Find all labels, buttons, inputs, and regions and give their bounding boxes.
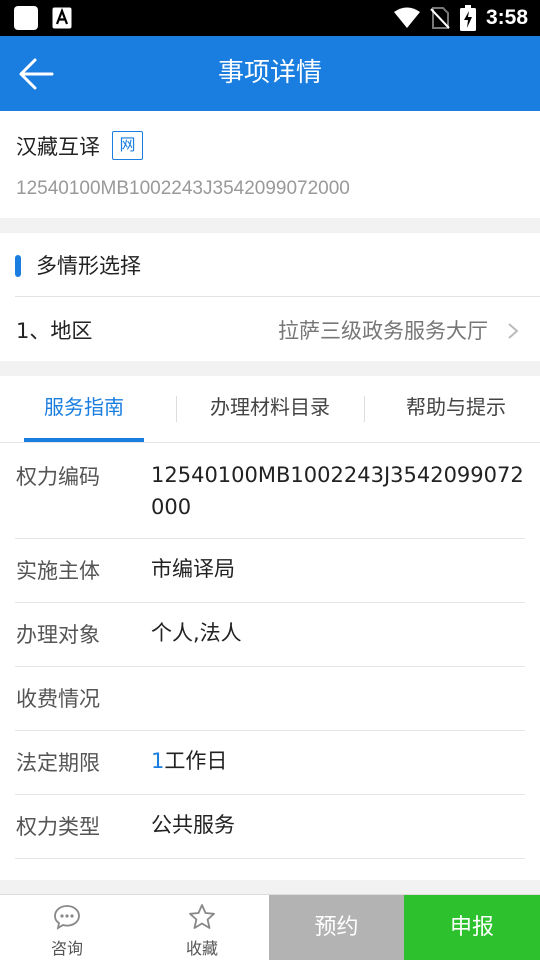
item-name: 汉藏互译	[16, 135, 100, 159]
appointment-button[interactable]: 预约	[269, 895, 404, 960]
active-tab-indicator	[24, 438, 144, 442]
detail-value: 个人,法人	[151, 621, 242, 645]
time-limit-unit: 工作日	[164, 749, 228, 773]
detail-row: 法定期限 1工作日	[15, 731, 525, 795]
favorite-label: 收藏	[185, 939, 218, 958]
chevron-right-icon	[508, 323, 519, 339]
tab-separator	[364, 396, 365, 422]
favorite-button[interactable]: 收藏	[135, 895, 269, 960]
section-accent-bar	[15, 255, 21, 277]
detail-value: 市编译局	[151, 557, 235, 581]
tab-help[interactable]: 帮助与提示	[386, 376, 526, 442]
detail-label: 实施主体	[16, 559, 100, 583]
item-code: 12540100MB1002243J3542099072000	[16, 178, 350, 199]
detail-label: 收费情况	[16, 687, 100, 711]
consult-label: 咨询	[50, 939, 83, 958]
tab-separator	[176, 396, 177, 422]
consult-button[interactable]: 咨询	[0, 895, 134, 960]
detail-label: 权力编码	[16, 465, 100, 489]
no-sim-icon	[430, 7, 450, 29]
time-limit-number: 1	[151, 749, 165, 773]
status-time: 3:58	[485, 6, 528, 29]
battery-charging-icon	[459, 5, 476, 31]
app-bar: 事项详情	[0, 36, 540, 111]
detail-value: 12540100MB1002243J3542099072000	[151, 463, 524, 519]
service-guide-details: 权力编码 12540100MB1002243J3542099072000 实施主…	[0, 443, 540, 880]
detail-row: 实施主体 市编译局	[15, 539, 525, 603]
situation-heading: 多情形选择	[36, 254, 141, 278]
situation-section: 多情形选择 1、地区 拉萨三级政务服务大厅	[0, 233, 540, 361]
item-header: 汉藏互译 网 12540100MB1002243J3542099072000	[0, 111, 540, 218]
notification-square-icon	[14, 6, 38, 30]
tab-bar: 服务指南 办理材料目录 帮助与提示	[0, 376, 540, 443]
wifi-icon	[393, 7, 420, 28]
detail-value: 1工作日	[151, 745, 525, 777]
detail-row: 权力编码 12540100MB1002243J3542099072000	[15, 443, 525, 539]
detail-label: 权力类型	[16, 815, 100, 839]
divider	[15, 296, 540, 297]
online-badge: 网	[112, 131, 143, 160]
star-icon	[189, 904, 215, 929]
detail-row: 办理对象 个人,法人	[15, 603, 525, 667]
region-label: 1、地区	[16, 319, 93, 343]
detail-row: 权力类型 公共服务	[15, 795, 525, 859]
tab-materials[interactable]: 办理材料目录	[190, 376, 350, 442]
detail-row: 收费情况	[15, 667, 525, 731]
font-notification-icon	[52, 7, 72, 29]
tab-service-guide[interactable]: 服务指南	[14, 376, 154, 442]
status-bar: 3:58	[0, 0, 540, 36]
detail-label: 办理对象	[16, 623, 100, 647]
page-title: 事项详情	[217, 58, 322, 88]
detail-label: 法定期限	[16, 751, 100, 775]
apply-button[interactable]: 申报	[404, 895, 540, 960]
chat-bubble-icon	[54, 905, 80, 930]
region-value: 拉萨三级政务服务大厅	[278, 319, 488, 343]
detail-value: 公共服务	[151, 813, 235, 837]
bottom-action-bar: 咨询 收藏 预约 申报	[0, 894, 540, 960]
